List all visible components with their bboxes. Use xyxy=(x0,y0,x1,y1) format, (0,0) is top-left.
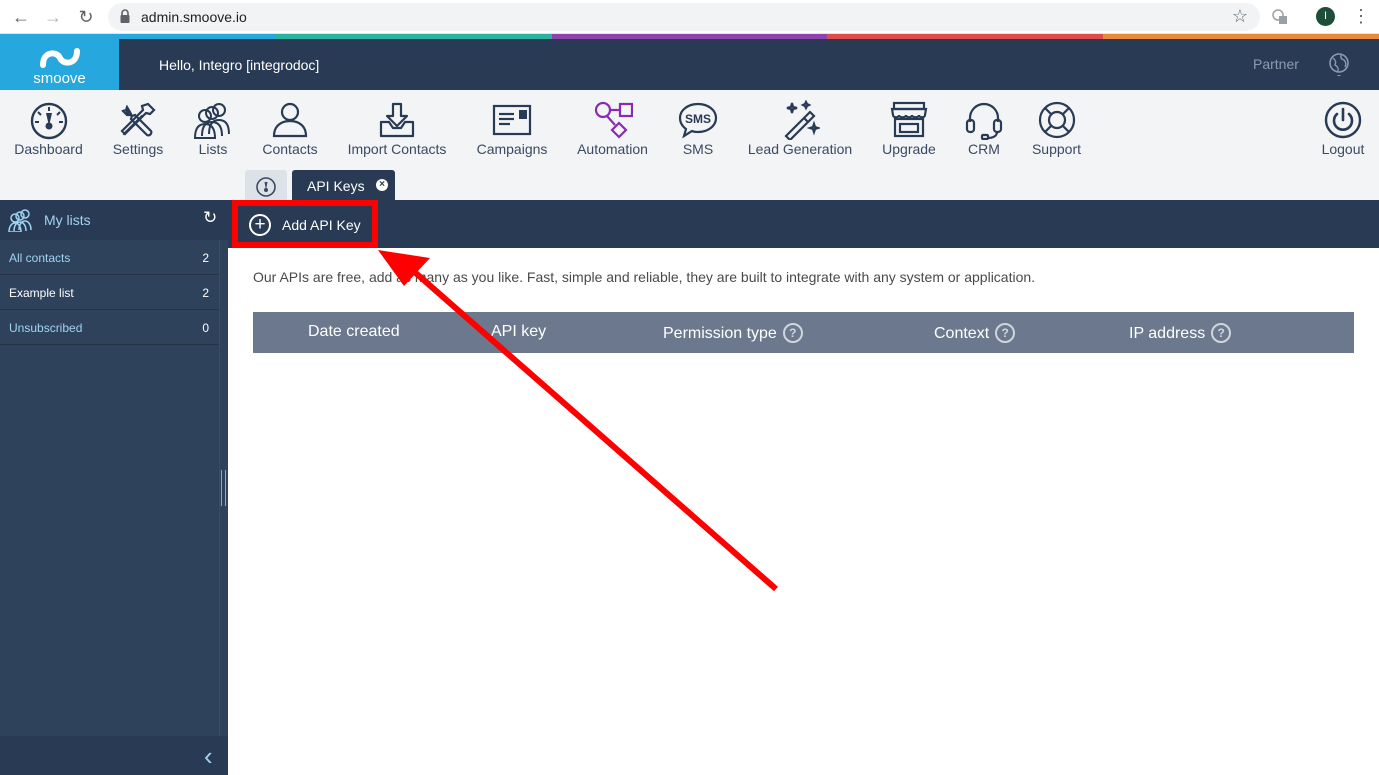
toolbar-settings[interactable]: Settings xyxy=(108,100,168,157)
collapse-chevron-icon[interactable]: ‹ xyxy=(204,741,213,772)
app-header: smoove Hello, Integro [integrodoc] Partn… xyxy=(0,39,1379,90)
page-description: Our APIs are free, add as many as you li… xyxy=(253,269,1036,285)
column-api-key[interactable]: API key xyxy=(491,323,546,341)
flow-icon xyxy=(594,101,633,139)
partner-link[interactable]: Partner xyxy=(1253,56,1299,72)
sidebar-item-example-list[interactable]: Example list 2 xyxy=(0,275,219,310)
toolbar-upgrade[interactable]: Upgrade xyxy=(879,100,939,157)
action-bar xyxy=(228,200,1379,248)
list-count: 0 xyxy=(202,321,209,335)
toolbar-label: Automation xyxy=(577,141,648,157)
column-label: Permission type xyxy=(663,325,777,342)
sidebar-footer: ‹ xyxy=(0,736,228,775)
profile-avatar[interactable]: I xyxy=(1316,7,1335,26)
address-bar[interactable]: admin.smoove.io ☆ xyxy=(108,3,1260,31)
toolbar-label: Settings xyxy=(112,141,164,157)
toolbar-dashboard[interactable]: Dashboard xyxy=(10,100,87,157)
greeting: Hello, Integro [integrodoc] xyxy=(159,57,320,73)
logout-label: Logout xyxy=(1321,141,1365,157)
list-name: Example list xyxy=(9,286,74,300)
tab-api-keys[interactable]: API Keys × xyxy=(292,170,395,200)
add-api-key-label: Add API Key xyxy=(282,217,361,233)
column-label: Date created xyxy=(308,323,400,340)
column-label: Context xyxy=(934,325,990,342)
toolbar-label: Dashboard xyxy=(14,141,83,157)
browser-chrome: ← → ↻ admin.smoove.io ☆ I ⋮ xyxy=(0,0,1379,34)
toolbar-automation[interactable]: Automation xyxy=(574,100,651,157)
magic-wand-icon xyxy=(784,100,820,140)
add-api-key-button[interactable]: + Add API Key xyxy=(232,200,378,248)
smoove-logo[interactable]: smoove xyxy=(0,39,119,90)
column-ip-address[interactable]: IP address? xyxy=(1129,323,1232,343)
list-name: Unsubscribed xyxy=(9,321,83,335)
toolbar-lead-generation[interactable]: Lead Generation xyxy=(744,100,856,157)
power-icon xyxy=(1324,101,1362,139)
gauge-icon xyxy=(30,102,67,140)
people-group-icon xyxy=(193,103,230,139)
help-icon[interactable]: ? xyxy=(995,323,1016,343)
tab-dashboard[interactable] xyxy=(245,170,287,200)
extension-icon[interactable] xyxy=(1271,8,1289,26)
person-icon xyxy=(272,102,308,138)
sidebar-item-all-contacts[interactable]: All contacts 2 xyxy=(0,240,219,275)
column-label: IP address xyxy=(1129,325,1206,342)
gauge-icon xyxy=(256,177,276,197)
people-group-icon xyxy=(8,209,32,232)
tools-icon xyxy=(120,102,156,137)
column-date-created[interactable]: Date created xyxy=(308,323,400,341)
toolbar-label: Import Contacts xyxy=(347,141,447,157)
store-icon xyxy=(890,101,928,138)
toolbar-lists[interactable]: Lists xyxy=(188,100,238,157)
logo-text: smoove xyxy=(33,70,86,87)
browser-menu-icon[interactable]: ⋮ xyxy=(1352,6,1370,26)
refresh-icon[interactable]: ↻ xyxy=(203,208,217,228)
toolbar-label: CRM xyxy=(968,141,1000,157)
globe-icon[interactable] xyxy=(1327,52,1351,76)
lifebuoy-icon xyxy=(1038,101,1075,139)
sidebar-title: My lists xyxy=(44,212,91,228)
close-tab-icon[interactable]: × xyxy=(376,179,388,191)
column-label: API key xyxy=(491,323,547,340)
headset-icon xyxy=(965,102,1003,140)
toolbar-label: Contacts xyxy=(262,141,318,157)
help-icon[interactable]: ? xyxy=(1211,323,1232,343)
toolbar-crm[interactable]: CRM xyxy=(962,100,1006,157)
column-context[interactable]: Context? xyxy=(934,323,1016,343)
help-icon[interactable]: ? xyxy=(782,323,803,343)
url-text: admin.smoove.io xyxy=(141,9,247,25)
smoove-logo-icon xyxy=(40,48,80,68)
tab-label: API Keys xyxy=(307,178,365,194)
column-permission-type[interactable]: Permission type? xyxy=(663,323,803,343)
toolbar-label: Lead Generation xyxy=(747,141,853,157)
svg-text:SMS: SMS xyxy=(685,112,711,126)
toolbar-campaigns[interactable]: Campaigns xyxy=(472,100,552,157)
envelope-icon xyxy=(492,104,532,136)
list-count: 2 xyxy=(202,286,209,300)
toolbar-contacts[interactable]: Contacts xyxy=(258,100,322,157)
list-name: All contacts xyxy=(9,251,71,265)
reload-icon[interactable]: ↻ xyxy=(75,7,97,27)
sidebar-item-unsubscribed[interactable]: Unsubscribed 0 xyxy=(0,310,219,345)
toolbar-label: SMS xyxy=(682,141,714,157)
sidebar-header: My lists ↻ xyxy=(0,200,228,240)
logout-button[interactable]: Logout xyxy=(1319,100,1367,157)
main-toolbar: Dashboard Settings Lists Contacts Import… xyxy=(0,90,1379,200)
toolbar-label: Support xyxy=(1031,141,1082,157)
resize-grip-icon[interactable] xyxy=(221,470,226,506)
lock-icon xyxy=(120,9,130,23)
forward-icon[interactable]: → xyxy=(42,7,64,27)
toolbar-import-contacts[interactable]: Import Contacts xyxy=(344,100,450,157)
toolbar-label: Campaigns xyxy=(476,141,548,157)
api-keys-table-header: Date created API key Permission type? Co… xyxy=(253,312,1354,353)
sms-bubble-icon: SMS xyxy=(678,102,718,139)
list-count: 2 xyxy=(202,251,209,265)
toolbar-label: Upgrade xyxy=(882,141,936,157)
import-tray-icon xyxy=(379,102,415,138)
back-icon[interactable]: ← xyxy=(10,7,32,27)
bookmark-star-icon[interactable]: ☆ xyxy=(1232,6,1248,27)
toolbar-support[interactable]: Support xyxy=(1028,100,1085,157)
toolbar-sms[interactable]: SMS SMS xyxy=(674,100,722,157)
plus-circle-icon: + xyxy=(249,214,271,236)
toolbar-label: Lists xyxy=(198,141,228,157)
